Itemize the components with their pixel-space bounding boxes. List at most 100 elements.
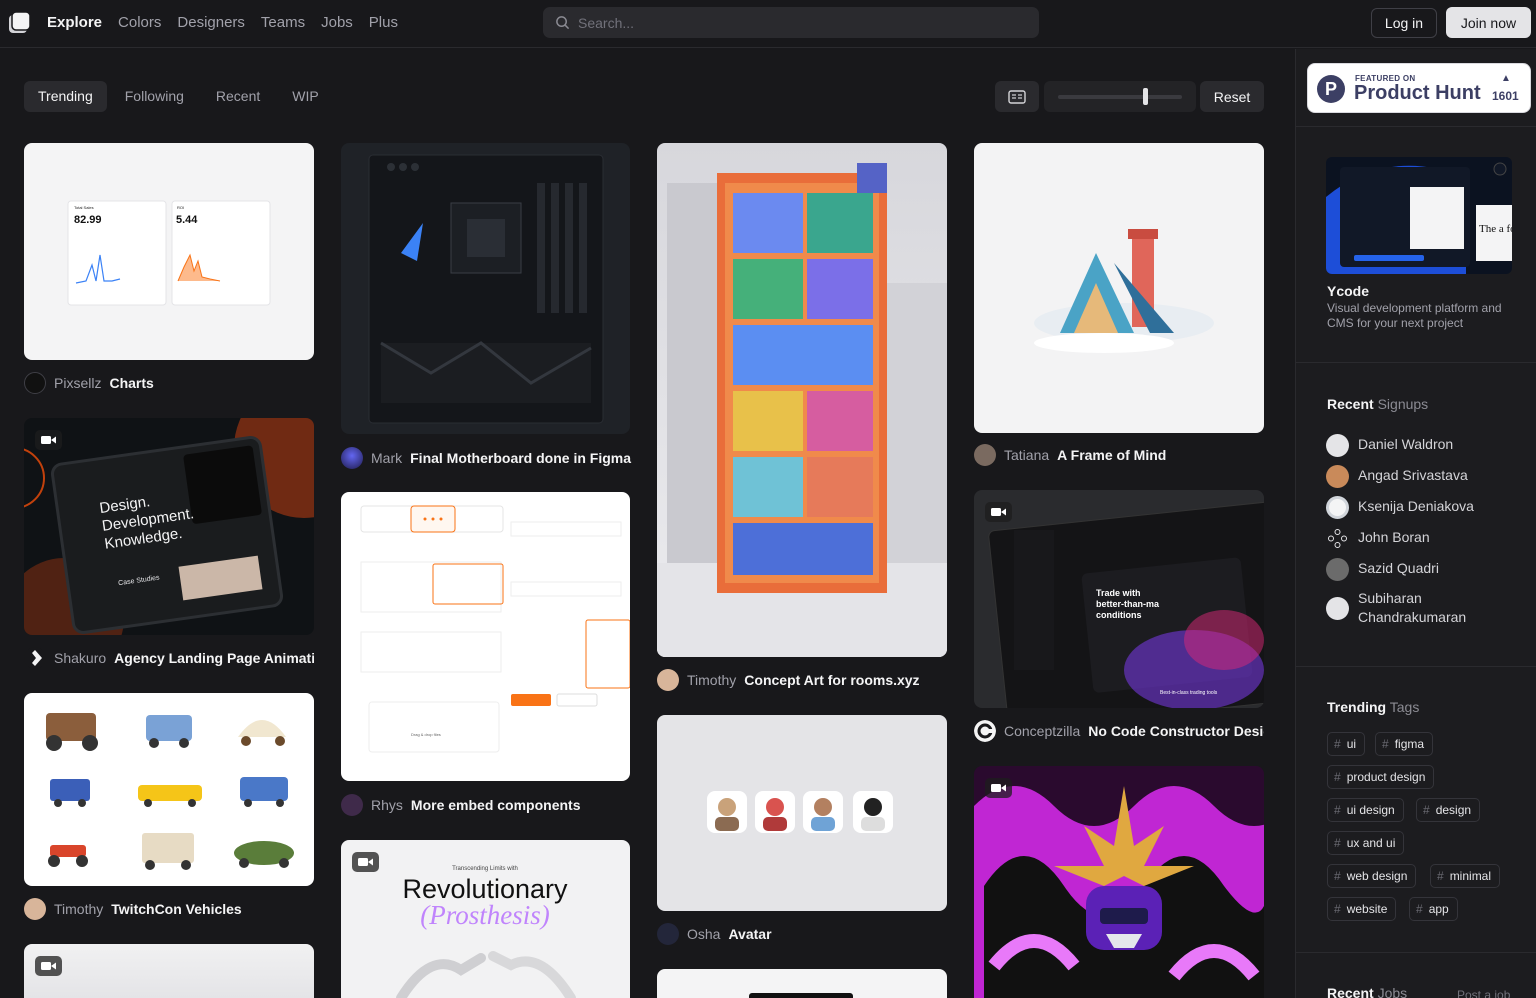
tag-chip[interactable]: # design xyxy=(1416,798,1481,822)
nav-designers[interactable]: Designers xyxy=(177,14,245,31)
shot-thumbnail-agency-landing[interactable]: Design. Development. Knowledge. Case Stu… xyxy=(24,418,314,635)
shot-title[interactable]: No Code Constructor Design xyxy=(1088,723,1264,739)
video-indicator xyxy=(985,778,1012,798)
product-hunt-badge[interactable]: P FEATURED ON Product Hunt ▲ 1601 xyxy=(1307,63,1531,113)
shot-title[interactable]: A Frame of Mind xyxy=(1057,447,1166,463)
shot-title[interactable]: Final Motherboard done in Figma xyxy=(410,450,631,466)
shot-title[interactable]: Concept Art for rooms.xyz xyxy=(744,672,919,688)
video-camera-icon xyxy=(41,962,56,970)
shot-thumbnail-frame-of-mind[interactable] xyxy=(974,143,1264,433)
tag-chip[interactable]: # web design xyxy=(1327,864,1417,888)
author-avatar[interactable] xyxy=(341,447,363,469)
heading-bold: Recent xyxy=(1327,985,1374,998)
shot-title[interactable]: Charts xyxy=(109,375,153,391)
charts-roi-value: 5.44 xyxy=(176,214,198,226)
search-bar[interactable] xyxy=(543,7,1039,38)
shot-author[interactable]: Mark xyxy=(371,450,402,466)
shot-title[interactable]: Avatar xyxy=(728,926,771,942)
reset-button[interactable]: Reset xyxy=(1200,81,1264,112)
nav-jobs[interactable]: Jobs xyxy=(321,14,353,31)
tab-recent[interactable]: Recent xyxy=(202,81,274,112)
shot-title[interactable]: TwitchCon Vehicles xyxy=(111,901,241,917)
tag-chip[interactable]: # app xyxy=(1409,897,1458,921)
shot-thumbnail-partial[interactable] xyxy=(24,944,314,998)
author-avatar[interactable] xyxy=(24,372,46,394)
shot-title[interactable]: Agency Landing Page Animatic xyxy=(114,650,314,666)
video-indicator xyxy=(35,430,62,450)
signup-item[interactable]: Ksenija Deniakova xyxy=(1326,496,1474,519)
slider-track[interactable] xyxy=(1058,95,1182,99)
shot-author[interactable]: Tatiana xyxy=(1004,447,1049,463)
shot-thumbnail-motherboard[interactable] xyxy=(341,143,630,434)
video-camera-icon xyxy=(991,784,1006,792)
tab-wip[interactable]: WIP xyxy=(278,81,332,112)
tag-chip[interactable]: # minimal xyxy=(1430,864,1501,888)
video-camera-icon xyxy=(41,436,56,444)
nav-plus[interactable]: Plus xyxy=(369,14,398,31)
nav-explore[interactable]: Explore xyxy=(47,14,102,31)
search-input[interactable] xyxy=(578,14,1018,31)
shot-thumbnail-partial[interactable] xyxy=(657,969,947,998)
signup-item[interactable]: Angad Srivastava xyxy=(1326,465,1468,488)
sidebar-divider xyxy=(1296,362,1536,363)
shot-thumbnail-neon-helmet[interactable] xyxy=(974,766,1264,998)
tag-chip[interactable]: # product design xyxy=(1327,765,1435,789)
signup-name[interactable]: Daniel Waldron xyxy=(1358,436,1453,452)
shot-author[interactable]: Shakuro xyxy=(54,650,106,666)
tag-chip[interactable]: # ui design xyxy=(1327,798,1404,822)
shot-thumbnail-prosthesis[interactable]: Transcending Limits with Revolutionary (… xyxy=(341,840,630,998)
ad-image[interactable]: The a fo xyxy=(1326,157,1512,274)
login-button[interactable]: Log in xyxy=(1371,8,1437,38)
tag-chip[interactable]: # figma xyxy=(1375,732,1434,756)
shot-thumbnail-avatar[interactable] xyxy=(657,715,947,911)
signup-name[interactable]: Ksenija Deniakova xyxy=(1358,498,1474,514)
author-avatar[interactable] xyxy=(657,923,679,945)
shot-author[interactable]: Pixsellz xyxy=(54,375,101,391)
shot-author[interactable]: Conceptzilla xyxy=(1004,723,1080,739)
signup-item[interactable]: John Boran xyxy=(1326,527,1430,550)
shot-thumbnail-charts[interactable]: Total Sales 82.99 ROI 5.44 xyxy=(24,143,314,360)
author-avatar[interactable] xyxy=(341,794,363,816)
signup-name[interactable]: John Boran xyxy=(1358,529,1430,545)
sidebar-divider xyxy=(1296,126,1536,127)
post-job-link[interactable]: Post a job xyxy=(1457,988,1510,998)
ad-title[interactable]: Ycode xyxy=(1327,283,1369,299)
thumbnail-size-slider[interactable] xyxy=(1044,81,1196,112)
author-avatar[interactable] xyxy=(24,898,46,920)
video-camera-icon xyxy=(991,508,1006,516)
shot-thumbnail-rooms-concept[interactable] xyxy=(657,143,947,657)
tag-chip[interactable]: # ux and ui xyxy=(1327,831,1405,855)
author-avatar[interactable] xyxy=(974,444,996,466)
hash-icon: # xyxy=(1437,869,1444,883)
grid-layout-button[interactable] xyxy=(995,81,1039,112)
tag-label: design xyxy=(1435,803,1472,817)
shot-author[interactable]: Rhys xyxy=(371,797,403,813)
shot-author[interactable]: Timothy xyxy=(687,672,736,688)
author-avatar[interactable] xyxy=(657,669,679,691)
tag-label: ux and ui xyxy=(1346,836,1396,850)
tab-trending[interactable]: Trending xyxy=(24,81,107,112)
signup-item[interactable]: Subiharan Chandrakumaran xyxy=(1326,589,1478,627)
nav-colors[interactable]: Colors xyxy=(118,14,161,31)
signup-avatar xyxy=(1326,558,1349,581)
signup-item[interactable]: Sazid Quadri xyxy=(1326,558,1439,581)
join-now-button[interactable]: Join now xyxy=(1446,7,1531,38)
shot-thumbnail-embed-components[interactable]: Drag & drop files xyxy=(341,492,630,781)
shot-thumbnail-no-code-constructor[interactable]: Trade with better-than-ma conditions Bes… xyxy=(974,490,1264,708)
shot-author[interactable]: Osha xyxy=(687,926,720,942)
shot-thumbnail-twitchcon-vehicles[interactable] xyxy=(24,693,314,886)
signup-name[interactable]: Subiharan Chandrakumaran xyxy=(1358,589,1478,627)
tag-chip[interactable]: # website xyxy=(1327,897,1397,921)
shot-author[interactable]: Timothy xyxy=(54,901,103,917)
author-avatar[interactable] xyxy=(974,720,996,742)
signup-name[interactable]: Angad Srivastava xyxy=(1358,467,1468,483)
slider-handle[interactable] xyxy=(1143,88,1148,105)
app-logo-icon[interactable] xyxy=(6,10,32,36)
signup-item[interactable]: Daniel Waldron xyxy=(1326,434,1453,457)
nav-teams[interactable]: Teams xyxy=(261,14,305,31)
tag-chip[interactable]: # ui xyxy=(1327,732,1366,756)
author-avatar[interactable] xyxy=(24,647,46,669)
shot-title[interactable]: More embed components xyxy=(411,797,581,813)
tab-following[interactable]: Following xyxy=(111,81,198,112)
signup-name[interactable]: Sazid Quadri xyxy=(1358,560,1439,576)
